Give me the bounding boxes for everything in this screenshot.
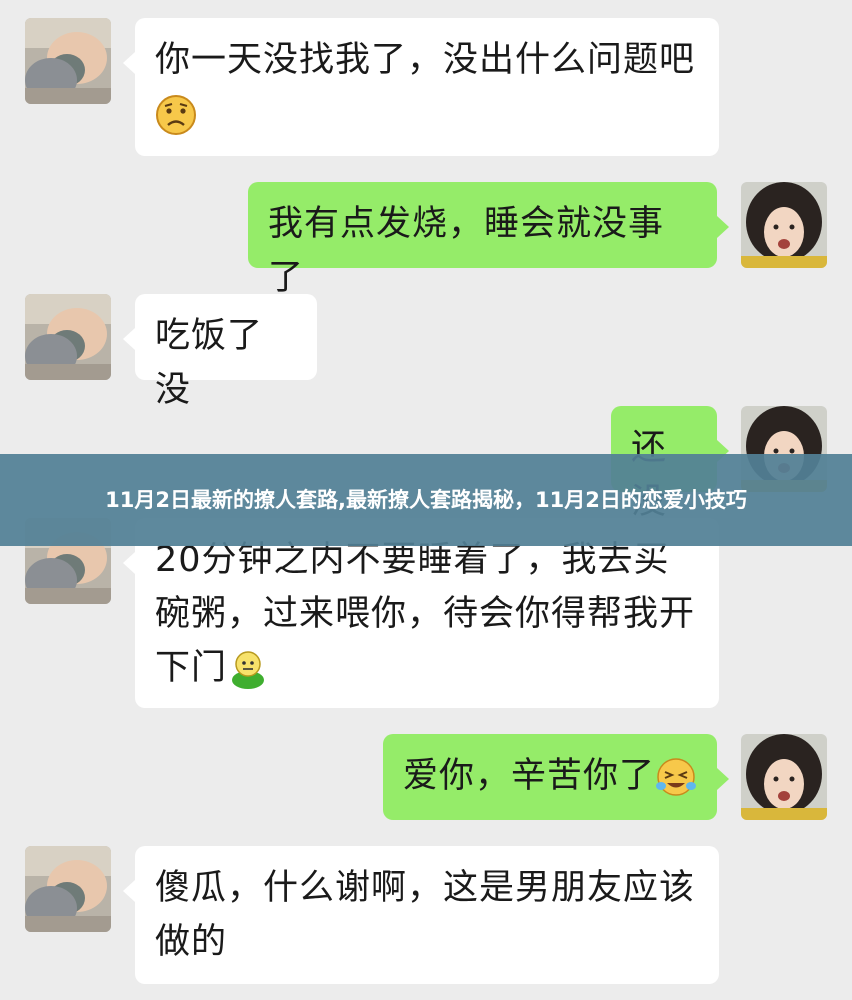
contact-avatar[interactable]: [25, 18, 111, 104]
message-bubble-incoming[interactable]: 吃饭了没: [123, 294, 317, 410]
contact-avatar[interactable]: [25, 846, 111, 932]
message-bubble-outgoing[interactable]: 我有点发烧，睡会就没事了: [248, 182, 729, 298]
message-text: 爱你，辛苦你了: [403, 756, 656, 796]
user-avatar-image: [741, 734, 827, 820]
message-text: 我有点发烧，睡会就没事了: [268, 204, 665, 298]
message-text: 吃饭了没: [155, 316, 264, 410]
contact-avatar-image: [25, 294, 111, 380]
message-bubble-incoming[interactable]: 你一天没找我了，没出什么问题吧: [123, 18, 719, 156]
title-banner: 11月2日最新的撩人套路,最新撩人套路揭秘，11月2日的恋爱小技巧: [0, 454, 852, 546]
tears-of-joy-face-icon: [655, 756, 697, 798]
message-text: 你一天没找我了，没出什么问题吧: [155, 40, 696, 80]
user-avatar-image: [741, 182, 827, 268]
message-bubble-incoming[interactable]: 傻瓜，什么谢啊，这是男朋友应该做的: [123, 846, 719, 984]
contact-avatar-image: [25, 18, 111, 104]
user-avatar[interactable]: [741, 182, 827, 268]
message-bubble-incoming[interactable]: 20分钟之内不要睡着了，我去买碗粥，过来喂你，待会你得帮我开下门: [123, 518, 719, 708]
frowning-face-icon: [155, 94, 197, 136]
contact-avatar-image: [25, 846, 111, 932]
banner-title: 11月2日最新的撩人套路,最新撩人套路揭秘，11月2日的恋爱小技巧: [105, 487, 747, 512]
green-blob-face-icon: [227, 648, 269, 690]
message-text: 傻瓜，什么谢啊，这是男朋友应该做的: [155, 868, 696, 962]
message-bubble-outgoing[interactable]: 爱你，辛苦你了: [383, 734, 729, 820]
contact-avatar[interactable]: [25, 294, 111, 380]
user-avatar[interactable]: [741, 734, 827, 820]
